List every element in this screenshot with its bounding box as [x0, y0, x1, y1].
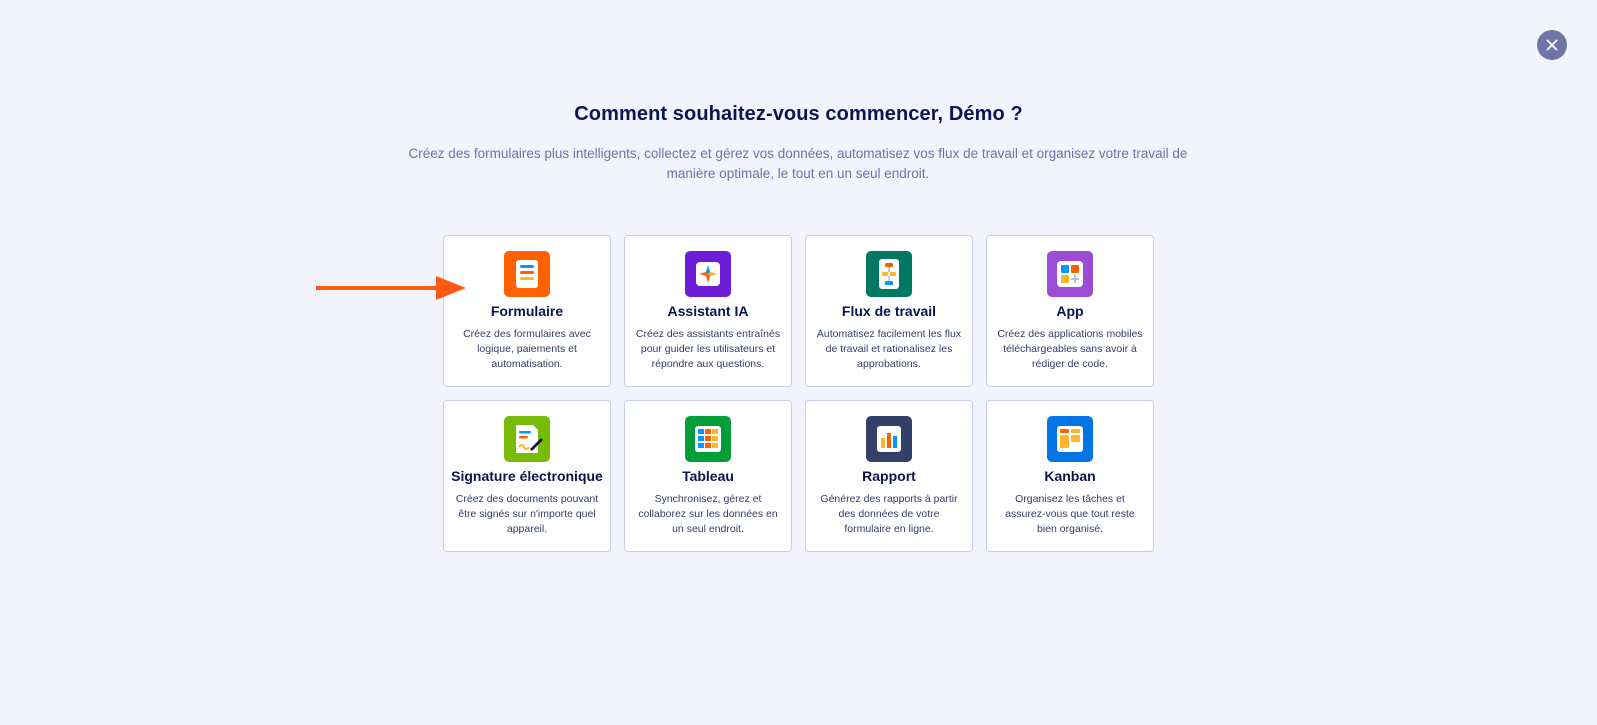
card-title: Formulaire [490, 303, 564, 319]
card-description: Créez des assistants entraînés pour guid… [635, 328, 781, 370]
options-grid: Formulaire Créez des formulaires avec lo… [443, 235, 1154, 552]
form-icon [504, 251, 550, 297]
card-description: Créez des formulaires avec logique, paie… [463, 328, 591, 370]
kanban-icon [1047, 416, 1093, 462]
card-title: App [1056, 303, 1084, 319]
card-description: Synchronisez, gérez et collaborez sur le… [638, 493, 778, 535]
card-tableau[interactable]: Tableau Synchronisez, gérez et collabore… [624, 400, 792, 552]
card-title: Signature électronique [451, 468, 603, 484]
ai-agent-icon [685, 251, 731, 297]
card-title: Rapport [862, 468, 916, 484]
table-icon [685, 416, 731, 462]
card-assistant-ia[interactable]: Assistant IA Créez des assistants entraî… [624, 235, 792, 387]
report-icon [866, 416, 912, 462]
card-description: Créez des documents pouvant être signés … [455, 493, 599, 535]
close-icon [1546, 39, 1558, 51]
card-description: Automatisez facilement les flux de trava… [816, 328, 962, 370]
card-title: Assistant IA [667, 303, 749, 319]
app-icon [1047, 251, 1093, 297]
card-description: Organisez les tâches et assurez-vous que… [1005, 493, 1135, 535]
create-modal: Comment souhaitez-vous commencer, Démo ?… [0, 0, 1597, 725]
page-subtitle: Créez des formulaires plus intelligents,… [408, 146, 1188, 181]
card-description: Créez des applications mobiles télécharg… [997, 328, 1143, 370]
card-title: Tableau [682, 468, 734, 484]
card-signature-electronique[interactable]: Signature électronique Créez des documen… [443, 400, 611, 552]
card-rapport[interactable]: Rapport Générez des rapports à partir de… [805, 400, 973, 552]
card-flux-de-travail[interactable]: Flux de travail Automatisez facilement l… [805, 235, 973, 387]
card-formulaire[interactable]: Formulaire Créez des formulaires avec lo… [443, 235, 611, 387]
pointer-arrow-icon [316, 276, 466, 300]
card-app[interactable]: App Créez des applications mobiles téléc… [986, 235, 1154, 387]
card-title: Kanban [1044, 468, 1096, 484]
card-description: Générez des rapports à partir des donnée… [820, 493, 958, 535]
page-title: Comment souhaitez-vous commencer, Démo ? [574, 103, 1023, 125]
close-button[interactable] [1537, 30, 1567, 60]
card-title: Flux de travail [841, 303, 937, 319]
card-kanban[interactable]: Kanban Organisez les tâches et assurez-v… [986, 400, 1154, 552]
sign-icon [504, 416, 550, 462]
workflow-icon [866, 251, 912, 297]
